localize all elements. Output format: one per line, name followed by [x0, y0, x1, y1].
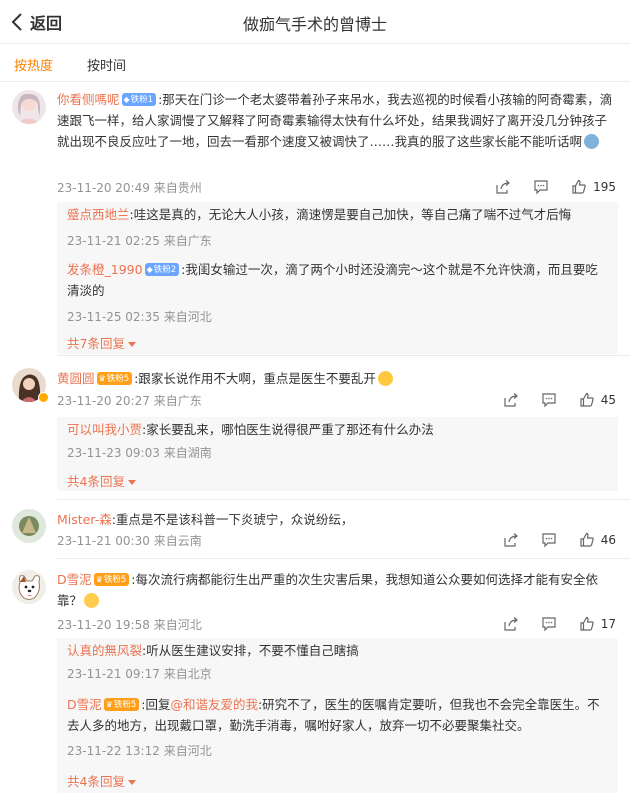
comment-username[interactable]: 你看侧嗎呢 — [57, 92, 120, 107]
like-button[interactable]: 195 — [571, 179, 616, 195]
avatar[interactable] — [12, 90, 46, 124]
comment-actions: 45 — [503, 392, 616, 408]
comment-icon — [542, 533, 556, 548]
reply-meta: 23-11-22 13:12 来自河北 — [67, 744, 212, 758]
reply-username[interactable]: 认真的無风裂 — [67, 643, 142, 658]
comment-actions: 17 — [503, 616, 616, 632]
share-button[interactable] — [495, 179, 511, 195]
reply-button[interactable] — [541, 616, 557, 632]
reply-meta: 23-11-21 02:25 来自广东 — [67, 234, 212, 248]
tab-sort-hot[interactable]: 按热度 — [14, 55, 53, 74]
comment-username[interactable]: Mister-森 — [57, 512, 112, 527]
comment-time: 23-11-20 20:49 — [57, 181, 150, 195]
like-button[interactable]: 17 — [579, 616, 616, 632]
share-button[interactable] — [503, 616, 519, 632]
reply-meta: 23-11-23 09:03 来自湖南 — [67, 446, 212, 460]
fan-badge: ◆铁粉1 — [121, 93, 157, 106]
like-count: 195 — [593, 180, 616, 194]
share-icon — [504, 617, 518, 631]
tab-sort-time[interactable]: 按时间 — [87, 55, 126, 74]
share-button[interactable] — [503, 532, 519, 548]
reply-username[interactable]: 可以叫我小贾 — [67, 422, 142, 437]
comment-meta: 23-11-21 00:30 来自云南 — [57, 534, 202, 548]
share-icon — [504, 393, 518, 407]
reply-item: 认真的無风裂:听从医生建议安排，不要不懂自己瞎搞 — [67, 640, 608, 661]
more-replies-link[interactable]: 共4条回复 — [67, 471, 136, 490]
reply-item: D雪泥 ♛铁粉5:回复@和谐友爱的我:研究不了，医生的医嘱肯定要听，但我也不会完全… — [67, 697, 600, 733]
like-button[interactable]: 45 — [579, 392, 616, 408]
reply-box: 蹙点西地兰:哇这是真的，无论大人小孩，滴速愣是要自己加快，等自己痛了喘不过气才后… — [57, 202, 618, 354]
caret-down-icon — [127, 342, 136, 347]
comment-icon — [542, 393, 556, 408]
divider — [57, 499, 630, 500]
reply-item: 发条橙_1990 ◆铁粉2:我闺女输过一次，滴了两个小时还没滴完～这个就是不允许快… — [67, 259, 608, 301]
page-title: 做痂气手术的曾博士 — [242, 15, 387, 34]
reply-button[interactable] — [541, 532, 557, 548]
comment-text: 你看侧嗎呢 ◆铁粉1:那天在门诊一个老太婆带着孙子来吊水，我去巡视的时候看小孩输的… — [57, 89, 618, 152]
divider — [57, 355, 630, 356]
avatar[interactable] — [12, 570, 46, 604]
comment-text: 黄圆圆 ♛铁粉5:跟家长说作用不大啊，重点是医生不要乱开 — [57, 368, 618, 389]
like-button[interactable]: 46 — [579, 532, 616, 548]
comment-text: Mister-森:重点是不是该科普一下炎琥宁，众说纷纭， — [57, 509, 618, 530]
avatar[interactable] — [12, 509, 46, 543]
comment-location: 来自贵州 — [153, 181, 202, 195]
comment-username[interactable]: 黄圆圆 — [57, 371, 95, 386]
reply-meta: 23-11-25 02:35 来自河北 — [67, 310, 212, 324]
comment-icon — [534, 180, 548, 195]
reply-button[interactable] — [533, 179, 549, 195]
comment-body: :每次流行病都能衍生出严重的次生灾害后果，我想知道公众要如何选择才能有安全依靠？ — [57, 572, 598, 608]
comment-meta: 23-11-20 20:27 来自广东 — [57, 394, 202, 408]
reply-body: :家长要乱来，哪怕医生说得很严重了那还有什么办法 — [142, 422, 434, 437]
comment-meta: 23-11-20 19:58 来自河北 — [57, 618, 202, 632]
comment-icon — [542, 617, 556, 632]
comment-text: D雪泥 ♛铁粉5:每次流行病都能衍生出严重的次生灾害后果，我想知道公众要如何选择才… — [57, 569, 618, 611]
shrug-emoji-icon — [84, 593, 100, 608]
more-replies-link[interactable]: 共4条回复 — [67, 771, 136, 790]
fan-badge: ♛铁粉5 — [103, 698, 140, 711]
reply-username[interactable]: D雪泥 — [67, 697, 102, 712]
like-icon — [572, 179, 586, 194]
reply-meta: 23-11-21 09:17 来自北京 — [67, 667, 212, 681]
comment-actions: 195 — [495, 179, 616, 195]
reply-button[interactable] — [541, 392, 557, 408]
reply-body: :哇这是真的，无论大人小孩，滴速愣是要自己加快，等自己痛了喘不过气才后悔 — [129, 207, 572, 222]
divider — [57, 558, 630, 559]
comment-body: :跟家长说作用不大啊，重点是医生不要乱开 — [134, 371, 376, 386]
share-icon — [504, 533, 518, 547]
reply-box: 认真的無风裂:听从医生建议安排，不要不懂自己瞎搞 23-11-21 09:17 … — [57, 638, 618, 793]
sort-bar: 按热度 按时间 — [0, 44, 630, 82]
like-icon — [580, 392, 594, 407]
reply-box: 可以叫我小贾:家长要乱来，哪怕医生说得很严重了那还有什么办法 23-11-23 … — [57, 417, 618, 491]
like-icon — [580, 616, 594, 631]
caret-down-icon — [127, 480, 136, 485]
comment-username[interactable]: D雪泥 — [57, 572, 92, 587]
share-button[interactable] — [503, 392, 519, 408]
verified-badge-icon — [38, 392, 49, 403]
caret-down-icon — [127, 780, 136, 785]
reply-username[interactable]: 发条橙_1990 — [67, 262, 143, 277]
laugh-emoji-icon — [377, 371, 393, 386]
reply-body: :听从医生建议安排，不要不懂自己瞎搞 — [142, 643, 359, 658]
emoji-icon — [584, 134, 600, 149]
comment-actions: 46 — [503, 532, 616, 548]
reply-item: 可以叫我小贾:家长要乱来，哪怕医生说得很严重了那还有什么办法 — [67, 419, 608, 440]
reply-username[interactable]: 蹙点西地兰 — [67, 207, 130, 222]
top-bar: 返回 做痂气手术的曾博士 — [0, 0, 630, 44]
comment-body: :重点是不是该科普一下炎琥宁，众说纷纭， — [111, 512, 354, 527]
share-icon — [496, 180, 511, 194]
like-icon — [580, 532, 594, 547]
fan-badge: ♛铁粉5 — [96, 372, 133, 385]
mention-link[interactable]: @和谐友爱的我 — [170, 697, 258, 712]
fan-badge: ◆铁粉2 — [144, 263, 180, 276]
fan-badge: ♛铁粉5 — [93, 573, 130, 586]
more-replies-link[interactable]: 共7条回复 — [67, 333, 136, 352]
comment-meta: 23-11-20 20:49 来自贵州 — [57, 179, 202, 196]
reply-item: 蹙点西地兰:哇这是真的，无论大人小孩，滴速愣是要自己加快，等自己痛了喘不过气才后… — [67, 204, 608, 225]
